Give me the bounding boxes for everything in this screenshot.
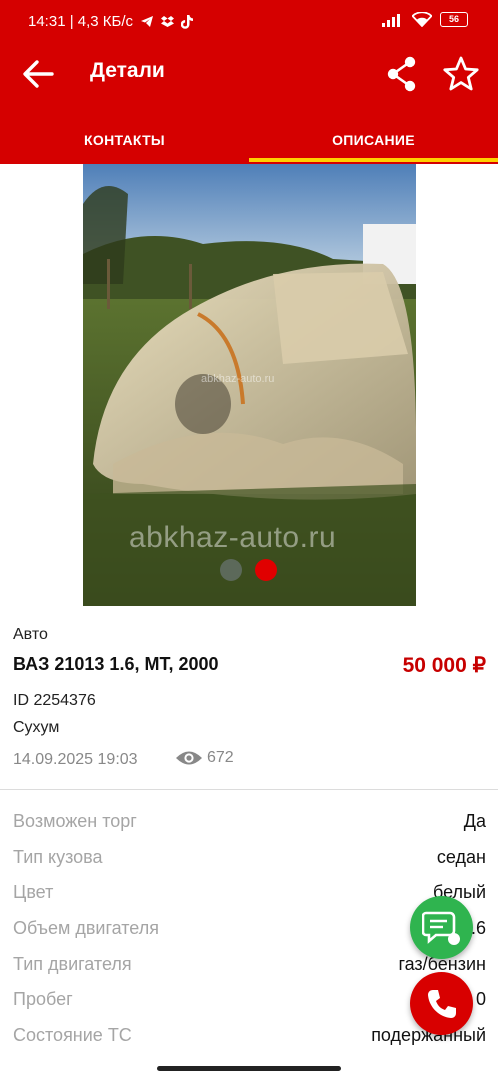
status-bar: 14:31 | 4,3 КБ/с 56 <box>0 0 498 42</box>
listing-category: Авто <box>13 626 48 643</box>
photo-watermark-small: abkhaz-auto.ru <box>201 373 275 385</box>
listing-price: 50 000 ₽ <box>402 654 486 677</box>
tiktok-icon <box>181 14 194 29</box>
spec-label: Пробег <box>13 989 73 1009</box>
views-counter: 672 <box>175 749 234 767</box>
app-bar: 14:31 | 4,3 КБ/с 56 Детали КОНТАКТЫ ОПИС… <box>0 0 498 164</box>
spec-label: Возможен торг <box>13 811 137 831</box>
listing-photo-carousel[interactable]: abkhaz-auto.ru abkhaz-auto.ru <box>83 164 416 606</box>
spec-row-body-type: Тип кузова седан <box>0 847 498 877</box>
toolbar: Детали <box>0 44 498 102</box>
back-arrow-icon[interactable] <box>20 56 56 92</box>
listing-id: ID 2254376 <box>13 692 96 709</box>
battery-icon: 56 <box>440 12 468 27</box>
listing-title: ВАЗ 21013 1.6, MT, 2000 <box>13 654 219 674</box>
gesture-nav-bar[interactable] <box>157 1066 341 1071</box>
divider <box>0 789 498 790</box>
star-icon[interactable] <box>441 54 481 94</box>
wifi-icon <box>412 12 432 27</box>
spec-value: 0 <box>475 989 486 1009</box>
eye-icon <box>176 751 202 765</box>
spec-label: Объем двигателя <box>13 918 159 938</box>
active-tab-indicator <box>249 158 498 162</box>
spec-label: Тип двигателя <box>13 954 132 974</box>
listing-city: Сухум <box>13 719 60 736</box>
photo-watermark: abkhaz-auto.ru <box>129 521 337 554</box>
phone-icon <box>427 989 456 1018</box>
tab-contacts[interactable]: КОНТАКТЫ <box>0 118 249 164</box>
status-time-speed: 14:31 | 4,3 КБ/с <box>28 13 134 30</box>
spec-row-bargain: Возможен торг Да <box>0 811 498 841</box>
listing-date: 14.09.2025 19:03 <box>13 751 138 768</box>
telegram-icon <box>141 16 154 27</box>
call-button[interactable] <box>410 972 473 1035</box>
chat-button[interactable] <box>410 896 473 959</box>
page-title: Детали <box>90 59 165 82</box>
carousel-dot-1[interactable] <box>220 559 242 581</box>
chat-icon <box>421 911 460 945</box>
spec-label: Состояние ТС <box>13 1025 132 1045</box>
carousel-dot-2-active[interactable] <box>255 559 277 581</box>
spec-value: Да <box>463 811 486 831</box>
dropbox-icon <box>161 16 175 27</box>
share-icon[interactable] <box>386 56 418 92</box>
spec-label: Цвет <box>13 882 54 902</box>
views-count: 672 <box>207 749 234 766</box>
spec-value: седан <box>436 847 486 867</box>
spec-label: Тип кузова <box>13 847 103 867</box>
signal-icon <box>382 13 400 27</box>
